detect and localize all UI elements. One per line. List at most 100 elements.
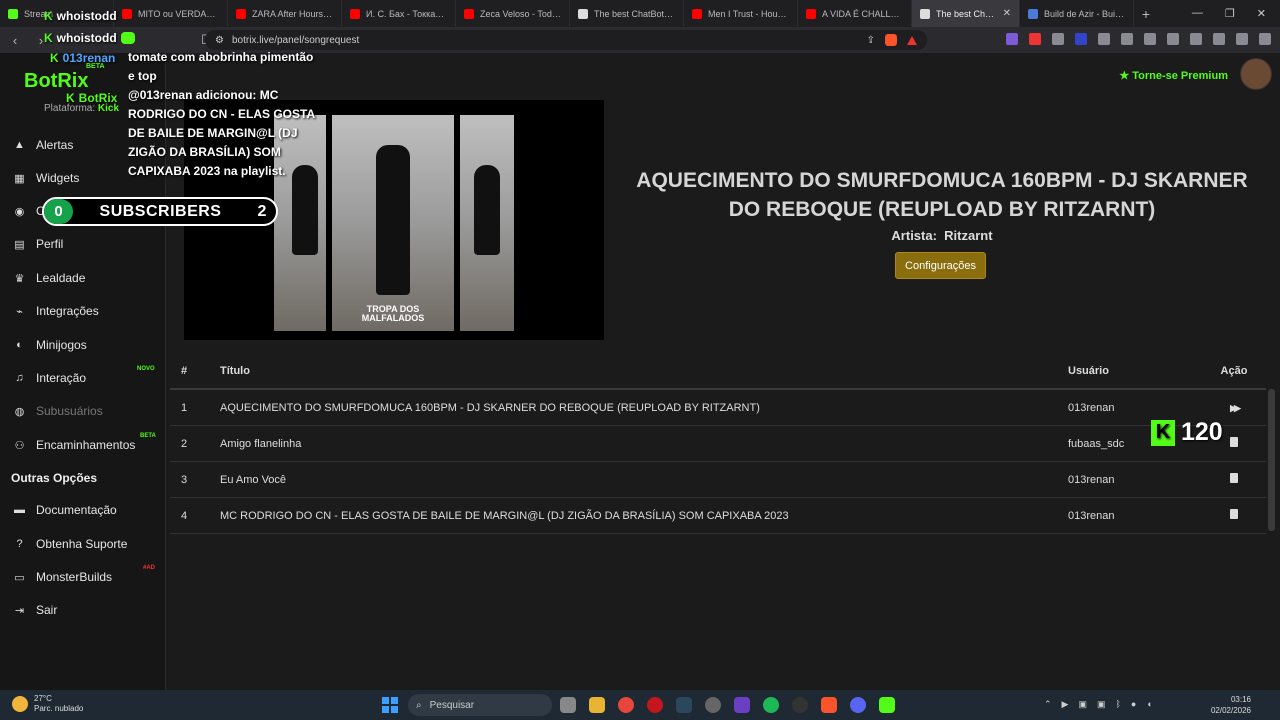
site-info-icon[interactable]: ⚙ <box>215 35 224 46</box>
extension-icon[interactable] <box>1121 33 1133 45</box>
extension-icon[interactable] <box>1029 33 1041 45</box>
tab-title: Men I Trust - House Ed <box>708 8 789 19</box>
brave-shields-icon[interactable] <box>885 34 897 46</box>
table-body: 1 AQUECIMENTO DO SMURFDOMUCA 160BPM - DJ … <box>170 390 1266 534</box>
sidebar-item-label: Alertas <box>36 138 74 152</box>
tab-favicon-icon <box>806 8 816 19</box>
browser-tab[interactable]: MITO ou VERDADE: Tu <box>114 0 228 27</box>
chat-username: Kwhoistodd <box>44 31 135 45</box>
mic-icon[interactable]: ● <box>1131 699 1136 710</box>
avatar[interactable] <box>1240 58 1272 90</box>
settings-button[interactable]: Configurações <box>895 252 986 279</box>
tab-title: И. С. Бах - Токката и ф <box>366 8 447 19</box>
premium-link[interactable]: ★ Torne-se Premium <box>1119 69 1228 83</box>
weather-widget[interactable]: 27°C Parc. nublado <box>12 694 83 714</box>
maximize-icon[interactable]: ❐ <box>1225 7 1235 20</box>
chrome-icon[interactable] <box>618 697 634 713</box>
share-icon[interactable]: ⇪ <box>867 35 875 46</box>
extension-icon[interactable] <box>1098 33 1110 45</box>
clock[interactable]: 03:16 02/02/2026 <box>1211 694 1251 716</box>
chat-username: K BotRix <box>66 91 118 105</box>
extension-icon[interactable] <box>1052 33 1064 45</box>
sidebar-item-monsterbuilds[interactable]: ▭ MonsterBuilds <box>13 570 163 584</box>
url-field[interactable]: ⚙ botrix.live/panel/songrequest ⇪ <box>205 30 927 50</box>
browser-tab[interactable]: Zeca Veloso - Todo Ho <box>456 0 570 27</box>
book-icon: ▬ <box>14 504 25 516</box>
nav-badge: BETA <box>140 433 156 439</box>
song-queue-table: # Título Usuário Ação 1 AQUECIMENTO DO SM… <box>170 354 1266 534</box>
trash-icon[interactable] <box>1202 473 1266 486</box>
brave-icon[interactable] <box>821 697 837 713</box>
browser-tab[interactable]: ZARA After Hours Dee <box>228 0 342 27</box>
back-icon[interactable]: ‹ <box>8 33 22 48</box>
close-tab-icon[interactable]: ✕ <box>1003 8 1011 19</box>
wallet-icon[interactable] <box>1213 33 1225 45</box>
downloads-icon[interactable] <box>1236 33 1248 45</box>
main-panel: ★ Torne-se Premium TROPA DOS MALFALADOS AQ… <box>166 53 1280 690</box>
taskbar-search[interactable]: ⌕ Pesquisar <box>408 694 552 716</box>
vpn-icon[interactable] <box>1259 33 1271 45</box>
extension-icon[interactable] <box>1006 33 1018 45</box>
row-number: 2 <box>181 437 188 450</box>
start-button[interactable] <box>382 697 398 713</box>
browser-tab[interactable]: И. С. Бах - Токката и ф <box>342 0 456 27</box>
opera-icon[interactable] <box>647 697 663 713</box>
sidebar-item-label: Widgets <box>36 171 80 185</box>
browser-tab[interactable]: Men I Trust - House Ed <box>684 0 798 27</box>
table-row: 2 Amigo flanelinha fubaas_sdc <box>170 426 1266 462</box>
sidebar-item-label: Encaminhamentos <box>36 438 136 452</box>
tab-favicon-icon <box>122 8 132 19</box>
extension-icon[interactable] <box>1144 33 1156 45</box>
browser-tab[interactable]: The best ChatBot and <box>570 0 684 27</box>
dancer-figure <box>376 145 410 295</box>
trash-icon[interactable] <box>1202 509 1266 522</box>
github-desktop-icon[interactable] <box>705 697 721 713</box>
tray-app-icon[interactable]: ▣ <box>1097 699 1106 710</box>
sidebar-item-minijogos[interactable]: ◐ Minijogos <box>13 338 163 352</box>
fast-forward-icon[interactable]: ▶▶ <box>1202 402 1266 414</box>
tab-title: Zeca Veloso - Todo Ho <box>480 8 561 19</box>
sidebar-toggle-icon[interactable] <box>1190 33 1202 45</box>
minimize-icon[interactable]: — <box>1192 7 1203 20</box>
sidebar-item-lealdade[interactable]: ♛ Lealdade <box>13 271 163 285</box>
bluetooth-icon[interactable]: ᛒ <box>1116 699 1121 710</box>
sidebar-item-encaminhamentos[interactable]: ⚇ Encaminhamentos <box>13 438 163 452</box>
sidebar-item-interação[interactable]: ♫ Interação <box>13 371 163 385</box>
steam-icon[interactable] <box>676 697 692 713</box>
kick-icon: K <box>44 31 53 45</box>
extension-icon[interactable] <box>1075 33 1087 45</box>
browser-tab[interactable]: Build de Azir - Builds d <box>1020 0 1134 27</box>
new-tab-button[interactable]: + <box>1134 6 1158 22</box>
volume-icon[interactable]: ◖ <box>1146 699 1151 710</box>
sidebar-item-integrações[interactable]: ⌁ Integrações <box>13 304 163 318</box>
browser-tab[interactable]: A VIDA É CHALLENGER <box>798 0 912 27</box>
table-scrollbar[interactable] <box>1268 389 1275 531</box>
brave-rewards-icon[interactable] <box>907 35 917 45</box>
media-icon[interactable] <box>1167 33 1179 45</box>
kick-app-icon[interactable] <box>879 697 895 713</box>
row-user: 013renan <box>1068 473 1115 486</box>
table-row: 1 AQUECIMENTO DO SMURFDOMUCA 160BPM - DJ … <box>170 390 1266 426</box>
task-view-icon[interactable] <box>560 697 576 713</box>
obs-icon[interactable] <box>792 697 808 713</box>
file-explorer-icon[interactable] <box>589 697 605 713</box>
tray-app-icon[interactable]: ▣ <box>1078 699 1087 710</box>
warning-icon: ▲ <box>14 139 25 151</box>
tab-title: A VIDA É CHALLENGER <box>822 8 903 19</box>
nav-badge: NOVO <box>137 366 155 372</box>
tab-favicon-icon <box>920 8 930 19</box>
discord-icon[interactable] <box>850 697 866 713</box>
sidebar-item-sair[interactable]: ⇥ Sair <box>13 603 163 617</box>
sidebar-item-documentação[interactable]: ▬ Documentação <box>13 503 163 517</box>
tray-app-icon[interactable]: ▶ <box>1062 699 1069 710</box>
spotify-icon[interactable] <box>763 697 779 713</box>
botrix-logo[interactable]: BotRix <box>24 70 88 93</box>
nav-badge: #AD <box>143 565 156 571</box>
browser-tab[interactable]: The best ChatB ✕ <box>912 0 1020 27</box>
sidebar-item-perfil[interactable]: ▤ Perfil <box>13 237 163 251</box>
sidebar-item-subusuários[interactable]: ◍ Subusuários <box>13 404 163 418</box>
app-grid-icon[interactable] <box>734 697 750 713</box>
tray-chevron-icon[interactable]: ⌃ <box>1044 699 1052 710</box>
close-window-icon[interactable]: ✕ <box>1257 7 1266 20</box>
sidebar-item-obtenha-suporte[interactable]: ? Obtenha Suporte <box>13 537 163 551</box>
